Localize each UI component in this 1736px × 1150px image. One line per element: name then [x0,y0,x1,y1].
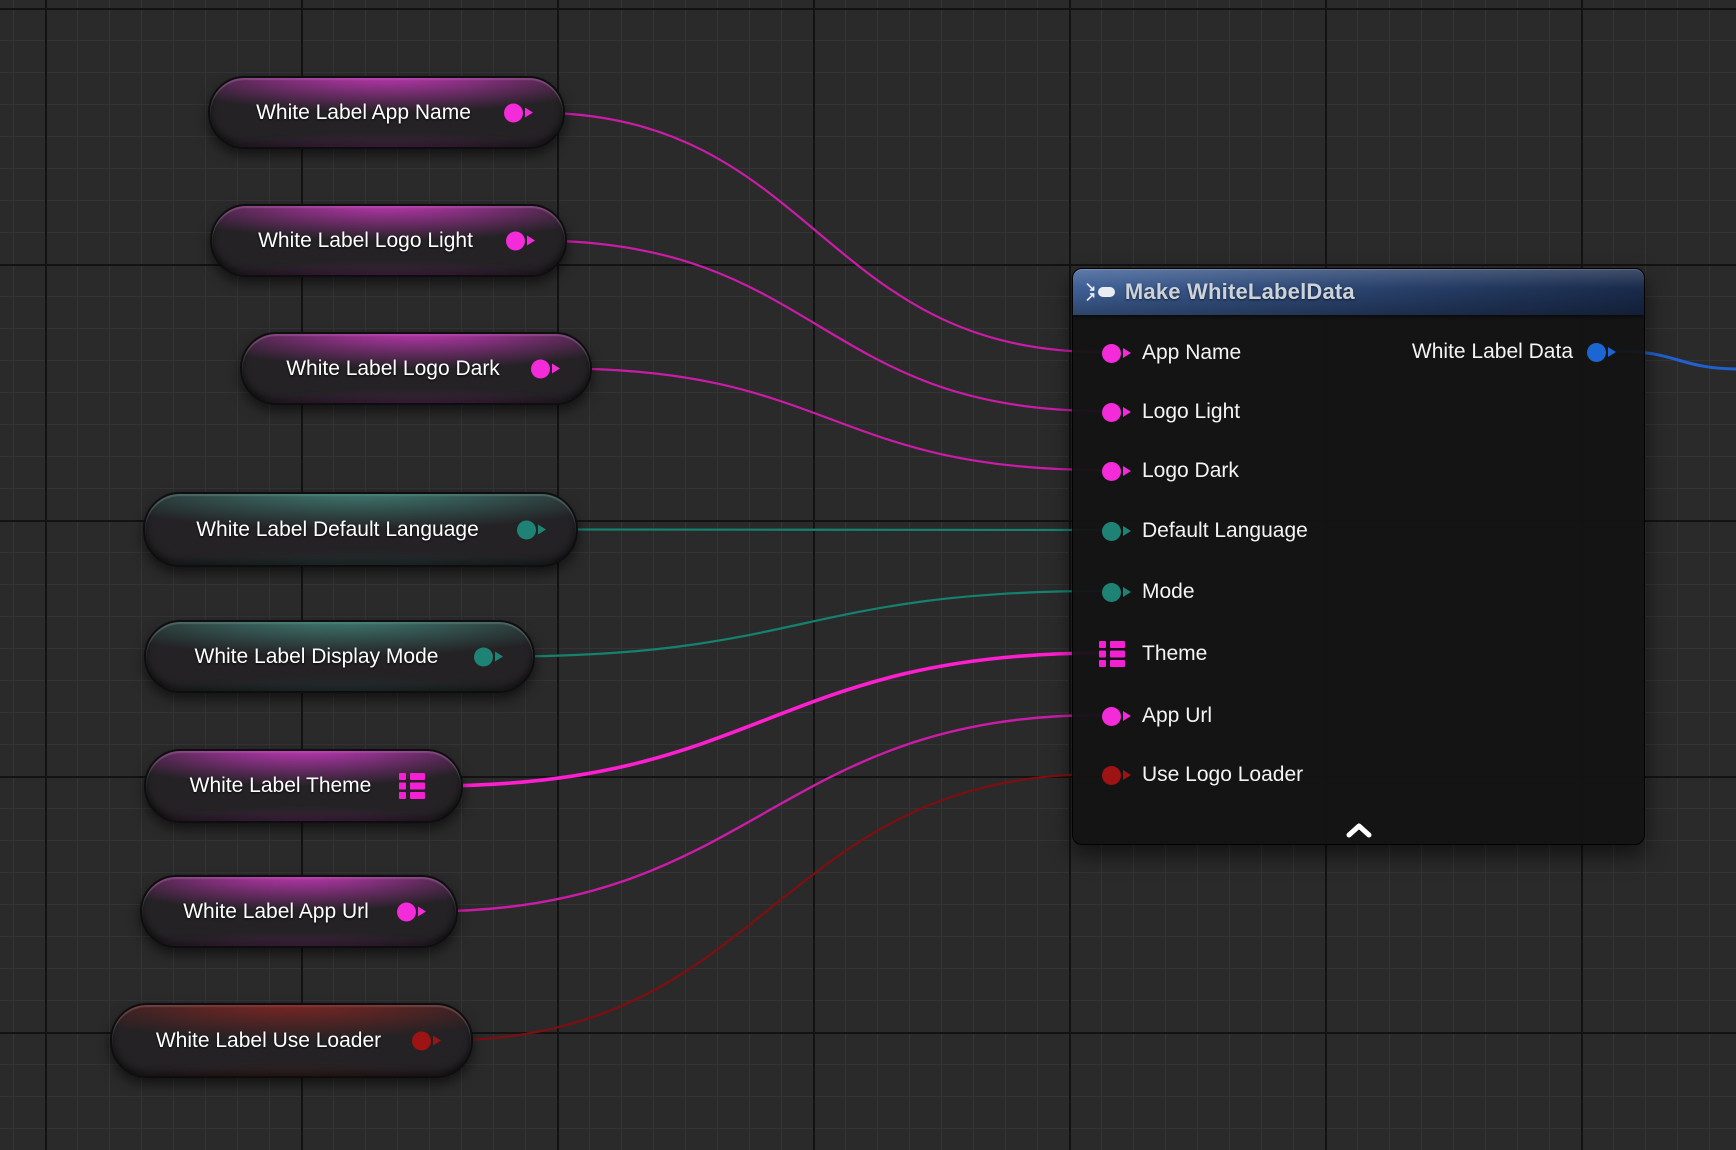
bool-output-pin[interactable] [412,1031,431,1050]
input-pin-label: Default Language [1142,519,1308,543]
variable-node-label: White Label App Name [224,78,503,147]
input-row-app-name[interactable]: App Name [1073,333,1241,373]
variable-node-white-label-theme[interactable]: White Label Theme [144,749,463,823]
wire-use-logo-loader[interactable] [441,774,1102,1041]
wire-logo-dark[interactable] [560,369,1102,471]
chevron-up-icon[interactable] [1344,822,1374,839]
input-pin-label: App Url [1142,704,1212,728]
input-row-logo-dark[interactable]: Logo Dark [1073,451,1239,491]
string-output-pin[interactable] [397,902,416,921]
enum-output-pin[interactable] [474,647,493,666]
variable-node-white-label-use-loader[interactable]: White Label Use Loader [110,1003,473,1078]
string-input-pin[interactable] [1102,707,1121,726]
variable-node-label: White Label Default Language [159,494,516,565]
wire-theme[interactable] [431,653,1102,786]
input-row-use-logo-loader[interactable]: Use Logo Loader [1073,755,1303,795]
input-row-default-language[interactable]: Default Language [1073,511,1308,551]
output-row-white-label-data[interactable]: White Label Data [1412,332,1606,372]
input-pin-label: Mode [1142,580,1195,604]
variable-node-white-label-app-url[interactable]: White Label App Url [140,875,458,948]
make-struct-icon: ↘↗ [1085,282,1115,302]
enum-input-pin[interactable] [1102,583,1121,602]
struct-pin-icon[interactable] [1099,641,1125,667]
enum-output-pin[interactable] [517,520,536,539]
input-pin-label: Theme [1142,642,1207,666]
bool-input-pin[interactable] [1102,766,1121,785]
variable-node-white-label-logo-light[interactable]: White Label Logo Light [210,204,567,277]
variable-node-label: White Label App Url [156,877,396,946]
output-pin-label: White Label Data [1412,340,1573,364]
string-output-pin[interactable] [504,103,523,122]
input-pin-label: App Name [1142,341,1241,365]
variable-node-label: White Label Logo Light [226,206,505,275]
variable-node-white-label-display-mode[interactable]: White Label Display Mode [144,620,535,693]
struct-output-pin[interactable] [1587,343,1606,362]
variable-node-white-label-app-name[interactable]: White Label App Name [208,76,565,149]
wire-default-language[interactable] [546,530,1102,531]
string-input-pin[interactable] [1102,403,1121,422]
input-pin-label: Use Logo Loader [1142,763,1303,787]
variable-node-label: White Label Use Loader [126,1005,411,1076]
enum-input-pin[interactable] [1102,522,1121,541]
make-whitelabeldata-node[interactable]: ↘↗ Make WhiteLabelData App Name Logo Lig… [1072,268,1645,845]
string-input-pin[interactable] [1102,462,1121,481]
input-row-app-url[interactable]: App Url [1073,696,1212,736]
variable-node-label: White Label Display Mode [160,622,473,691]
wire-app-url[interactable] [426,715,1102,912]
string-output-pin[interactable] [506,231,525,250]
node-header[interactable]: ↘↗ Make WhiteLabelData [1073,269,1644,315]
wire-mode[interactable] [503,591,1102,657]
node-title: Make WhiteLabelData [1125,279,1355,305]
variable-node-white-label-logo-dark[interactable]: White Label Logo Dark [240,332,592,405]
input-row-theme[interactable]: Theme [1073,634,1207,674]
string-output-pin[interactable] [531,359,550,378]
input-pin-label: Logo Dark [1142,459,1239,483]
input-row-logo-light[interactable]: Logo Light [1073,392,1240,432]
input-pin-label: Logo Light [1142,400,1240,424]
variable-node-label: White Label Theme [160,751,401,821]
variable-node-white-label-default-language[interactable]: White Label Default Language [143,492,578,567]
variable-node-label: White Label Logo Dark [256,334,530,403]
wire-logo-light[interactable] [535,241,1102,412]
wire-app-name[interactable] [533,113,1102,353]
blueprint-graph-canvas[interactable]: White Label App Name White Label Logo Li… [0,0,1736,1150]
struct-pin-icon[interactable] [399,773,425,799]
input-row-mode[interactable]: Mode [1073,572,1195,612]
string-input-pin[interactable] [1102,344,1121,363]
